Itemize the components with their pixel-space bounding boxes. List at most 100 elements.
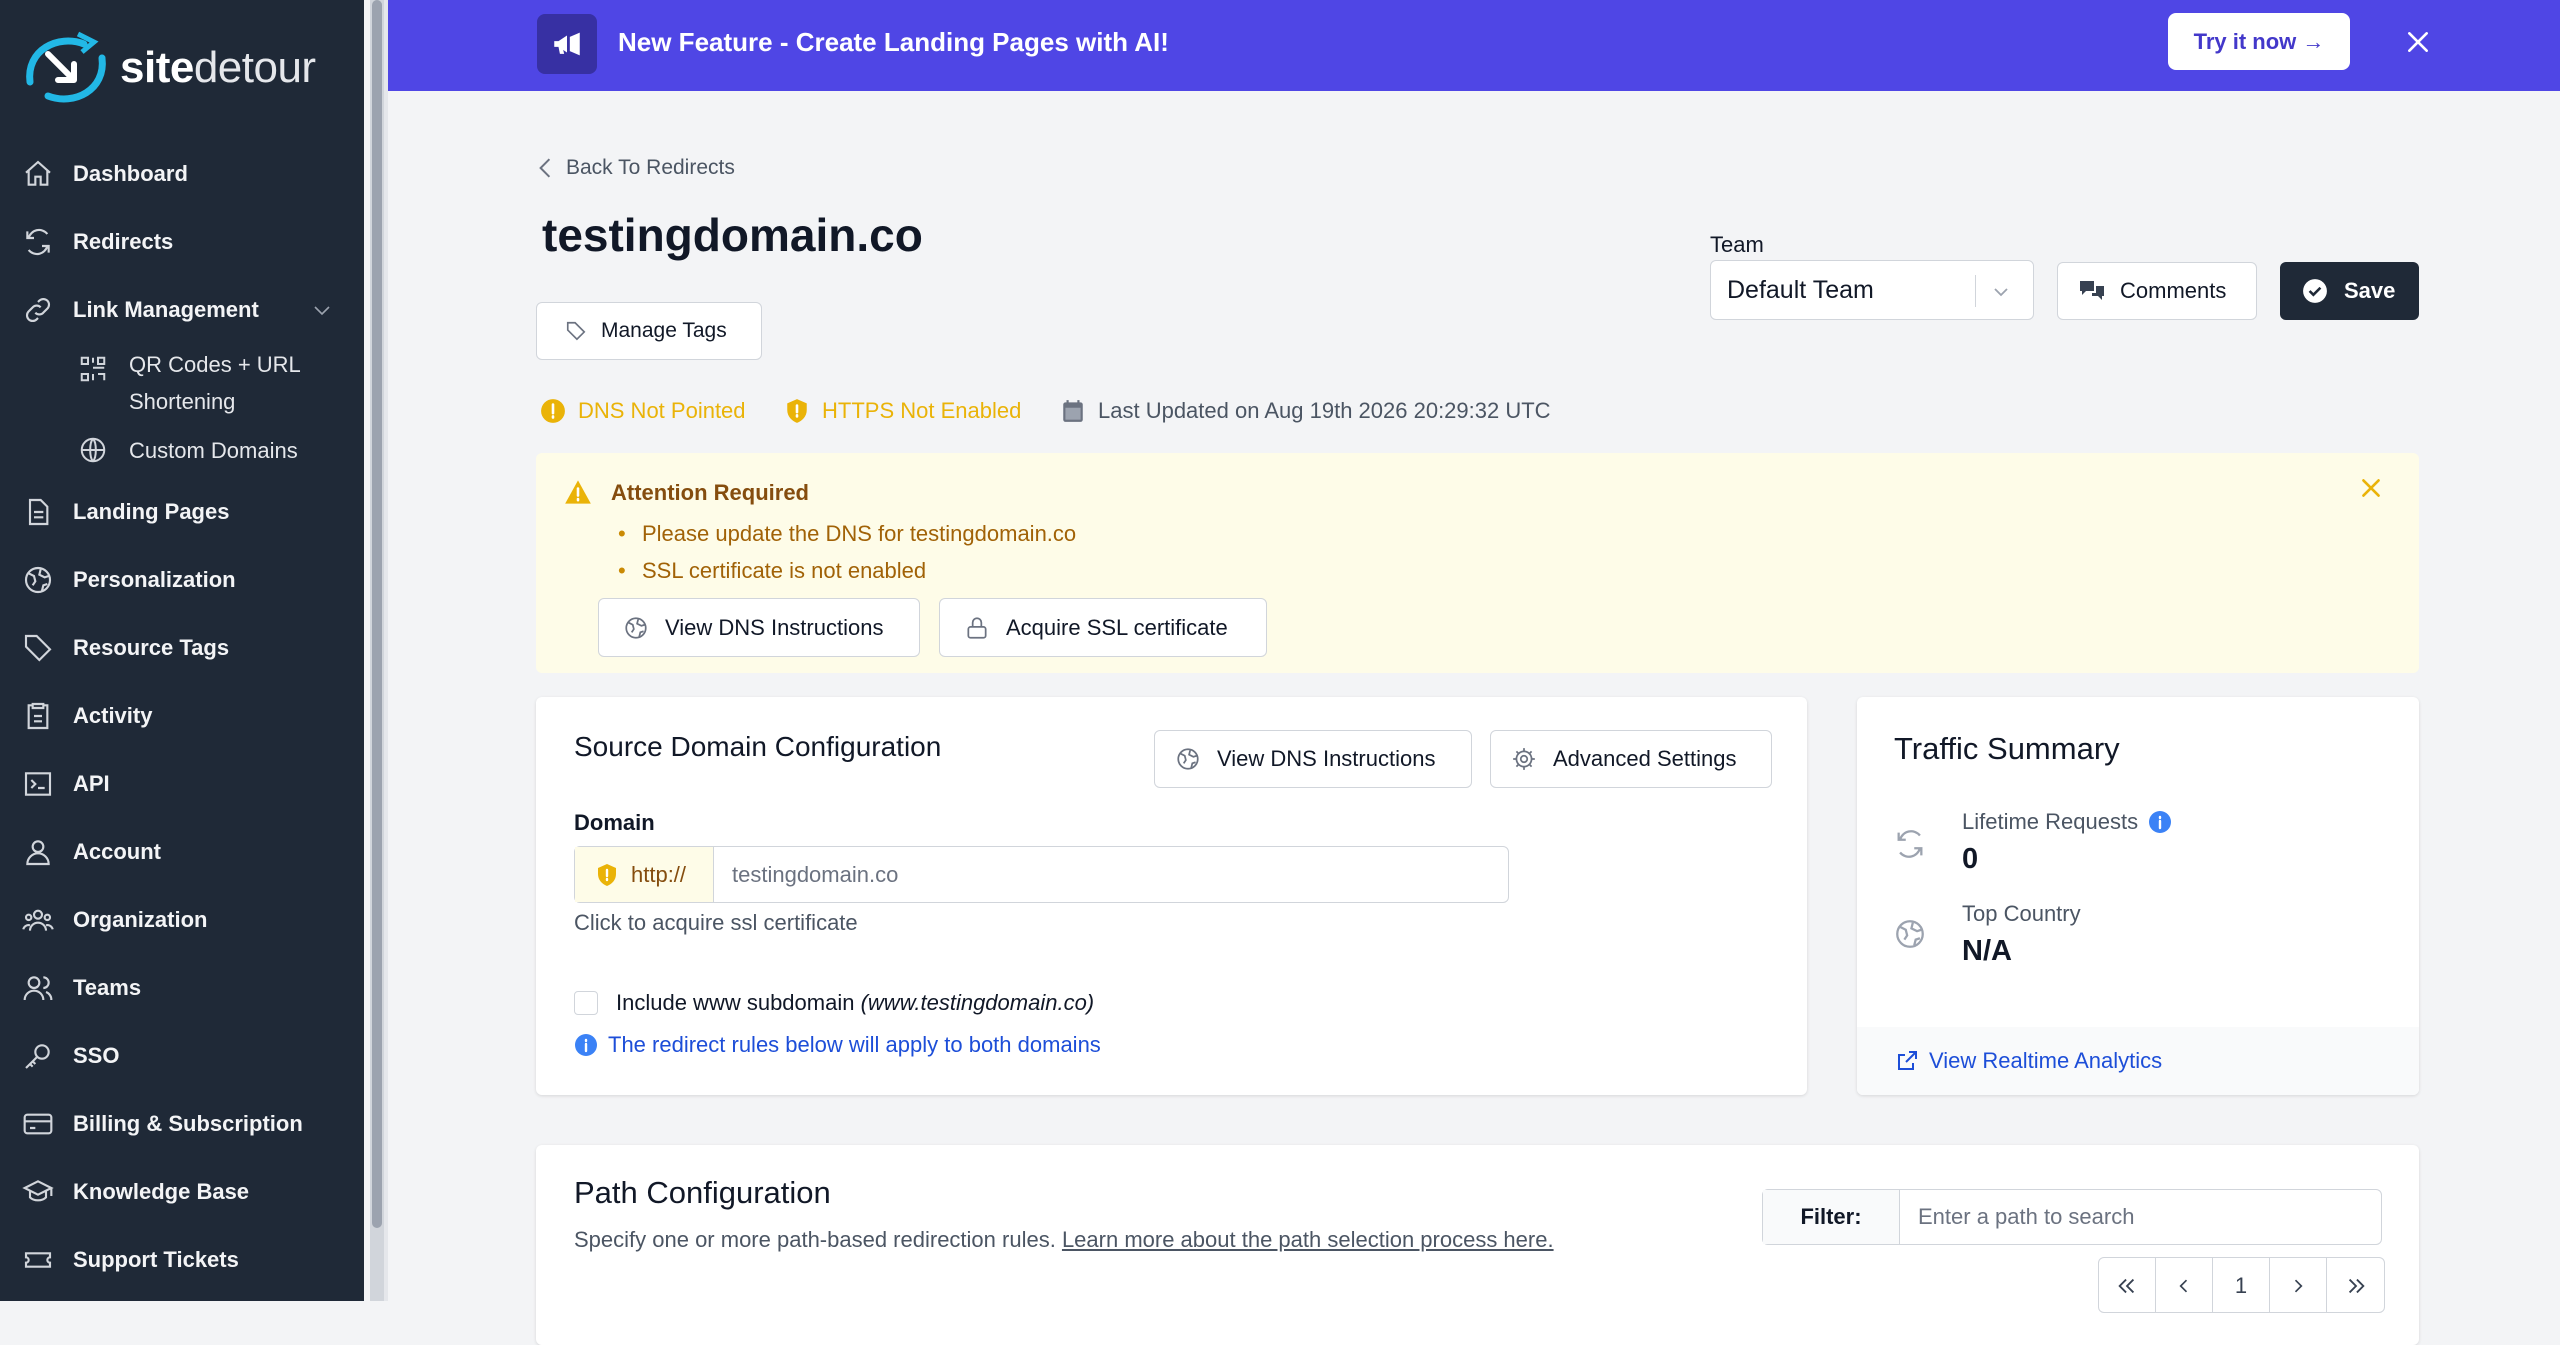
exclamation-circle-icon bbox=[541, 399, 565, 423]
www-domain-hint: (www.testingdomain.co) bbox=[860, 990, 1095, 1015]
path-description-text: Specify one or more path-based redirecti… bbox=[574, 1227, 1056, 1252]
sidebar-divider bbox=[384, 0, 388, 1301]
warning-icon bbox=[565, 480, 591, 504]
sidebar-item-support-tickets[interactable]: Support Tickets bbox=[0, 1226, 364, 1294]
team-select[interactable]: Default Team bbox=[1710, 260, 2034, 320]
sidebar-item-custom-domains[interactable]: Custom Domains bbox=[0, 422, 364, 478]
protocol-text: http:// bbox=[631, 861, 687, 887]
link-icon bbox=[25, 297, 51, 323]
chevron-double-right-icon bbox=[2348, 1278, 2365, 1294]
terminal-icon bbox=[24, 772, 52, 796]
alert-title: Attention Required bbox=[611, 480, 809, 505]
refresh-icon bbox=[1897, 830, 1923, 858]
tag-icon bbox=[566, 321, 586, 341]
users-icon bbox=[23, 976, 53, 1001]
sidebar-item-personalization[interactable]: Personalization bbox=[0, 546, 364, 614]
tag-icon bbox=[24, 634, 52, 662]
view-dns-instructions-button[interactable]: View DNS Instructions bbox=[598, 598, 920, 657]
last-updated-text: Last Updated on Aug 19th 2026 20:29:32 U… bbox=[1098, 398, 1551, 423]
logo-text-rest: detour bbox=[193, 43, 316, 92]
sidebar-item-landing-pages[interactable]: Landing Pages bbox=[0, 478, 364, 546]
globe-alt-icon bbox=[1177, 748, 1199, 770]
sidebar-item-label-line2: Shortening bbox=[129, 389, 236, 414]
sidebar-item-label: Teams bbox=[73, 975, 142, 1000]
sidebar-item-redirects[interactable]: Redirects bbox=[0, 208, 364, 276]
domain-label: Domain bbox=[574, 810, 655, 835]
protocol-addon[interactable]: http:// bbox=[575, 847, 714, 902]
sidebar-nav: Dashboard Redirects Link Management QR C… bbox=[0, 140, 364, 1294]
sidebar-item-label: Billing & Subscription bbox=[73, 1111, 303, 1136]
select-separator bbox=[1975, 275, 1976, 307]
chevron-down-icon[interactable] bbox=[310, 298, 334, 322]
current-page-button[interactable]: 1 bbox=[2213, 1258, 2270, 1312]
back-label: Back To Redirects bbox=[566, 156, 735, 179]
save-label: Save bbox=[2344, 278, 2396, 303]
chevron-down-icon bbox=[1994, 288, 2008, 297]
globe-alt-icon bbox=[24, 566, 52, 594]
advanced-settings-label: Advanced Settings bbox=[1553, 746, 1737, 771]
sidebar-item-activity[interactable]: Activity bbox=[0, 682, 364, 750]
close-icon[interactable] bbox=[2358, 475, 2384, 501]
lifetime-requests-label: Lifetime Requests bbox=[1962, 809, 2172, 835]
sidebar-item-teams[interactable]: Teams bbox=[0, 954, 364, 1022]
www-label: Include www subdomain bbox=[616, 990, 855, 1015]
last-page-button[interactable] bbox=[2327, 1258, 2384, 1312]
previous-page-button[interactable] bbox=[2156, 1258, 2213, 1312]
sidebar-item-link-management[interactable]: Link Management bbox=[0, 276, 364, 344]
sidebar-item-dashboard[interactable]: Dashboard bbox=[0, 140, 364, 208]
advanced-settings-button[interactable]: Advanced Settings bbox=[1490, 730, 1772, 788]
sidebar-item-sso[interactable]: SSO bbox=[0, 1022, 364, 1090]
sidebar-item-organization[interactable]: Organization bbox=[0, 886, 364, 954]
globe-icon bbox=[80, 437, 106, 463]
sidebar-scrollbar-thumb[interactable] bbox=[372, 0, 382, 1228]
sidebar-item-knowledge-base[interactable]: Knowledge Base bbox=[0, 1158, 364, 1226]
logo-icon bbox=[26, 31, 106, 103]
view-dns-instructions-button[interactable]: View DNS Instructions bbox=[1154, 730, 1472, 788]
try-it-now-button[interactable]: Try it now → bbox=[2168, 13, 2350, 70]
www-subdomain-checkbox[interactable] bbox=[574, 991, 598, 1015]
comments-button[interactable]: Comments bbox=[2057, 262, 2257, 320]
sidebar-item-resource-tags[interactable]: Resource Tags bbox=[0, 614, 364, 682]
home-icon bbox=[25, 160, 51, 186]
close-icon[interactable] bbox=[2398, 22, 2438, 62]
lifetime-requests-value: 0 bbox=[1962, 843, 1979, 875]
path-selection-link[interactable]: Learn more about the path selection proc… bbox=[1062, 1227, 1554, 1252]
save-button[interactable]: Save bbox=[2280, 262, 2419, 320]
logo-text: sitedetour bbox=[120, 43, 316, 93]
clipboard-icon bbox=[27, 702, 49, 730]
last-updated: Last Updated on Aug 19th 2026 20:29:32 U… bbox=[1060, 398, 1551, 424]
qr-icon bbox=[80, 356, 106, 382]
sidebar: sitedetour Dashboard Redirects Link Mana… bbox=[0, 0, 364, 1301]
sidebar-item-account[interactable]: Account bbox=[0, 818, 364, 886]
alert-item: SSL certificate is not enabled bbox=[618, 552, 1076, 589]
next-page-button[interactable] bbox=[2270, 1258, 2327, 1312]
ssl-hint[interactable]: Click to acquire ssl certificate bbox=[574, 910, 858, 936]
sidebar-item-billing[interactable]: Billing & Subscription bbox=[0, 1090, 364, 1158]
megaphone-icon bbox=[537, 14, 597, 74]
sidebar-item-label: Resource Tags bbox=[73, 635, 230, 660]
ticket-icon bbox=[24, 1252, 52, 1268]
view-realtime-analytics-link[interactable]: View Realtime Analytics bbox=[1857, 1027, 2419, 1095]
attention-alert: Attention Required Please update the DNS… bbox=[536, 453, 2419, 673]
traffic-summary-card: Traffic Summary Lifetime Requests 0 Top … bbox=[1857, 697, 2419, 1095]
chat-icon bbox=[2080, 281, 2104, 300]
redirect-info-text: The redirect rules below will apply to b… bbox=[608, 1032, 1101, 1057]
dns-status: DNS Not Pointed bbox=[540, 398, 746, 424]
back-to-redirects-link[interactable]: Back To Redirects bbox=[536, 156, 735, 180]
sidebar-item-label: Organization bbox=[73, 907, 208, 932]
first-page-button[interactable] bbox=[2099, 1258, 2156, 1312]
page-title: testingdomain.co bbox=[542, 209, 923, 261]
sidebar-item-label: Redirects bbox=[73, 229, 174, 254]
sidebar-item-api[interactable]: API bbox=[0, 750, 364, 818]
path-filter-input[interactable] bbox=[1900, 1190, 2381, 1244]
sidebar-item-label: SSO bbox=[73, 1043, 120, 1068]
logo[interactable]: sitedetour bbox=[18, 20, 316, 116]
manage-tags-label: Manage Tags bbox=[601, 319, 727, 342]
domain-input[interactable] bbox=[714, 847, 1508, 902]
banner-text: New Feature - Create Landing Pages with … bbox=[618, 27, 1169, 57]
manage-tags-button[interactable]: Manage Tags bbox=[536, 302, 762, 360]
path-configuration-card: Path Configuration Specify one or more p… bbox=[536, 1145, 2419, 1345]
sidebar-item-qr-codes[interactable]: QR Codes + URL Shortening bbox=[0, 344, 364, 422]
acquire-ssl-button[interactable]: Acquire SSL certificate bbox=[939, 598, 1267, 657]
info-icon[interactable] bbox=[2148, 810, 2172, 834]
